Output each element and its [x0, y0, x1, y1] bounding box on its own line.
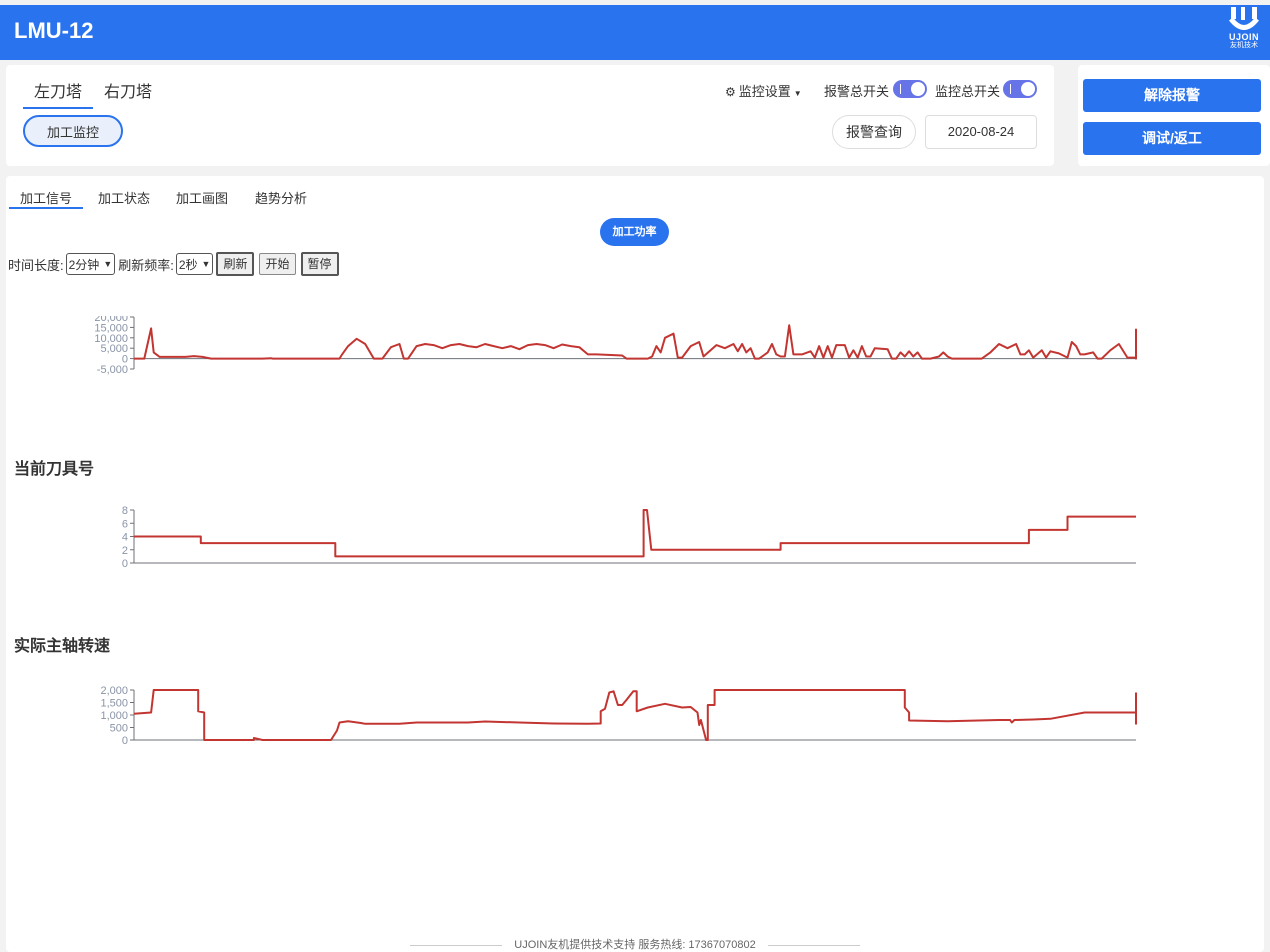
y-tick-label: 500	[110, 723, 128, 735]
y-tick-label: 4	[122, 532, 128, 544]
machining-monitor-button[interactable]: 加工监控	[23, 115, 123, 147]
tab-machining-status[interactable]: 加工状态	[98, 188, 150, 207]
power-chart: 20,00015,00010,0005,0000-5,00020:04:4520…	[94, 316, 1137, 376]
chevron-down-icon: ▼	[201, 259, 211, 269]
series-line	[134, 509, 1136, 558]
tab-machining-drawing[interactable]: 加工画图	[176, 188, 228, 207]
start-button[interactable]: 开始	[259, 253, 296, 275]
ujoin-logo-icon	[1229, 7, 1259, 30]
chevron-down-icon: ▼	[103, 259, 113, 269]
y-tick-label: -5,000	[97, 364, 128, 376]
time-length-value: 2分钟	[68, 257, 100, 272]
date-picker[interactable]: 2020-08-24	[925, 115, 1037, 149]
y-tick-label: 0	[122, 558, 128, 570]
tab-trend-analysis[interactable]: 趋势分析	[255, 188, 307, 207]
time-length-select[interactable]: 2分钟 ▼	[65, 253, 116, 275]
caret-down-icon: ▼	[793, 89, 802, 98]
y-tick-label: 0	[122, 735, 128, 747]
monitor-settings-dropdown[interactable]: ⚙ 监控设置 ▼	[725, 81, 802, 100]
brand-logo: UJOIN 友机技术	[1224, 5, 1264, 60]
series-line	[134, 324, 1137, 360]
refresh-rate-select[interactable]: 2秒 ▼	[175, 253, 214, 275]
main-panel: 加工信号 加工状态 加工画图 趋势分析 加工功率 时间长度: 2分钟 ▼ 刷新频率…	[6, 176, 1264, 952]
monitor-switch-label: 监控总开关	[935, 84, 1001, 99]
app-title: LMU-12	[14, 18, 94, 43]
pause-button[interactable]: 暂停	[300, 252, 339, 276]
machining-power-button[interactable]: 加工功率	[600, 218, 669, 246]
tab-left-tower[interactable]: 左刀塔	[23, 78, 94, 109]
y-tick-label: 8	[122, 505, 128, 517]
tab-machining-signal[interactable]: 加工信号	[9, 188, 84, 209]
footer-text: UJOIN友机提供技术支持 服务热线: 17367070802	[514, 939, 756, 951]
alarm-master-toggle[interactable]	[893, 80, 927, 98]
logo-text: UJOIN	[1228, 32, 1259, 42]
chart-controls: 时间长度: 2分钟 ▼ 刷新频率: 2秒 ▼ 刷新 开始 暂停	[8, 252, 344, 276]
refresh-button[interactable]: 刷新	[216, 252, 255, 276]
tool-number-chart: 8642020:04:4520:05:0020:05:1520:05:3020:…	[122, 505, 1136, 570]
tab-right-tower[interactable]: 右刀塔	[104, 78, 152, 102]
refresh-rate-label: 刷新频率:	[118, 257, 174, 273]
clear-alarm-button[interactable]: 解除报警	[1083, 79, 1261, 112]
gears-icon: ⚙	[725, 85, 736, 99]
alarm-switch-label: 报警总开关	[824, 84, 890, 99]
monitor-settings-label: 监控设置	[738, 84, 791, 99]
debug-rework-button[interactable]: 调试/返工	[1083, 122, 1261, 155]
y-tick-label: 2,000	[100, 685, 128, 697]
spindle-speed-chart: 2,0001,5001,000500020:04:4520:05:0020:05…	[100, 685, 1137, 747]
y-tick-label: 2	[122, 545, 128, 557]
tower-control-panel: 左刀塔 右刀塔 加工监控 ⚙ 监控设置 ▼ 报警总开关 监控总开关 报警查询 202…	[6, 65, 1054, 166]
alarm-query-button[interactable]: 报警查询	[832, 115, 916, 149]
series-line	[133, 689, 1137, 741]
app-header: LMU-12 UJOIN 友机技术	[0, 5, 1270, 60]
monitor-master-toggle[interactable]	[1003, 80, 1037, 98]
action-panel: 解除报警 调试/返工	[1078, 65, 1270, 166]
spindle-speed-title: 实际主轴转速	[14, 638, 111, 655]
tool-number-title: 当前刀具号	[14, 461, 95, 478]
y-tick-label: 1,500	[100, 698, 128, 710]
footer-divider	[767, 944, 860, 946]
time-length-label: 时间长度:	[8, 257, 64, 273]
footer-divider	[410, 944, 503, 946]
y-tick-label: 6	[122, 518, 128, 530]
y-tick-label: 1,000	[100, 710, 128, 722]
logo-subtext: 友机技术	[1230, 42, 1258, 49]
footer: UJOIN友机提供技术支持 服务热线: 17367070802	[6, 936, 1264, 952]
refresh-rate-value: 2秒	[178, 257, 198, 272]
